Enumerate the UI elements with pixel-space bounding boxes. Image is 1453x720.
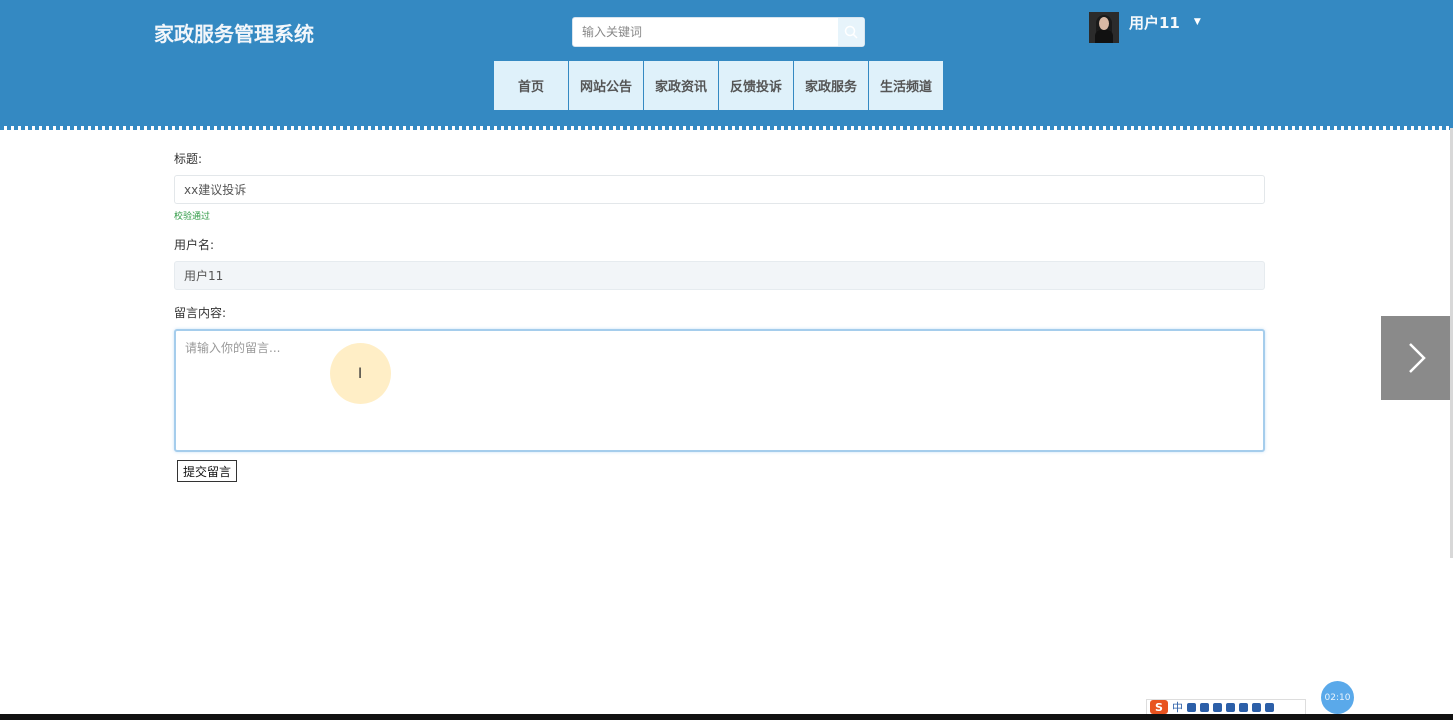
- title-input[interactable]: [174, 175, 1265, 204]
- search-box: [572, 17, 865, 47]
- sogou-logo-icon: S: [1150, 700, 1168, 714]
- submit-message-button[interactable]: 提交留言: [177, 460, 238, 482]
- feedback-form: 标题: 校验通过 用户名: 留言内容:: [174, 150, 1265, 452]
- search-input[interactable]: [573, 18, 839, 46]
- nav-item-announcements[interactable]: 网站公告: [569, 61, 643, 110]
- microphone-icon[interactable]: [1213, 702, 1222, 712]
- ime-mode-label[interactable]: 中: [1172, 699, 1183, 715]
- emoji-icon[interactable]: [1200, 702, 1209, 712]
- chevron-right-icon: [1409, 343, 1426, 373]
- user-menu[interactable]: 用户11 ▼: [1089, 11, 1201, 43]
- user-icon[interactable]: [1239, 702, 1248, 712]
- username[interactable]: 用户11: [1129, 12, 1180, 33]
- avatar[interactable]: [1089, 11, 1119, 43]
- ime-toolbar[interactable]: S 中: [1146, 699, 1306, 715]
- nav-item-news[interactable]: 家政资讯: [644, 61, 718, 110]
- content-label: 留言内容:: [174, 306, 227, 320]
- bottom-taskbar-edge: [0, 714, 1453, 720]
- title-label: 标题:: [174, 152, 203, 166]
- punctuation-icon[interactable]: [1187, 702, 1196, 712]
- main-nav: 首页 网站公告 家政资讯 反馈投诉 家政服务 生活频道: [494, 61, 943, 110]
- recording-timer: 02:10: [1321, 681, 1354, 714]
- header-dashed-edge: [0, 126, 1453, 130]
- title-validation-message: 校验通过: [174, 212, 211, 222]
- caret-down-icon[interactable]: ▼: [1194, 17, 1201, 27]
- username-label: 用户名:: [174, 238, 215, 252]
- username-field: [174, 261, 1265, 290]
- nav-item-services[interactable]: 家政服务: [794, 61, 868, 110]
- skin-icon[interactable]: [1252, 702, 1261, 712]
- nav-item-life-channel[interactable]: 生活频道: [869, 61, 943, 110]
- search-button[interactable]: [838, 18, 864, 46]
- search-icon: [844, 25, 858, 39]
- next-page-button[interactable]: [1381, 316, 1453, 400]
- site-title[interactable]: 家政服务管理系统: [154, 18, 314, 47]
- nav-item-feedback[interactable]: 反馈投诉: [719, 61, 793, 110]
- nav-item-home[interactable]: 首页: [494, 61, 568, 110]
- text-cursor-icon: I: [358, 366, 363, 382]
- keyboard-icon[interactable]: [1226, 702, 1235, 712]
- grid-menu-icon[interactable]: [1265, 702, 1274, 712]
